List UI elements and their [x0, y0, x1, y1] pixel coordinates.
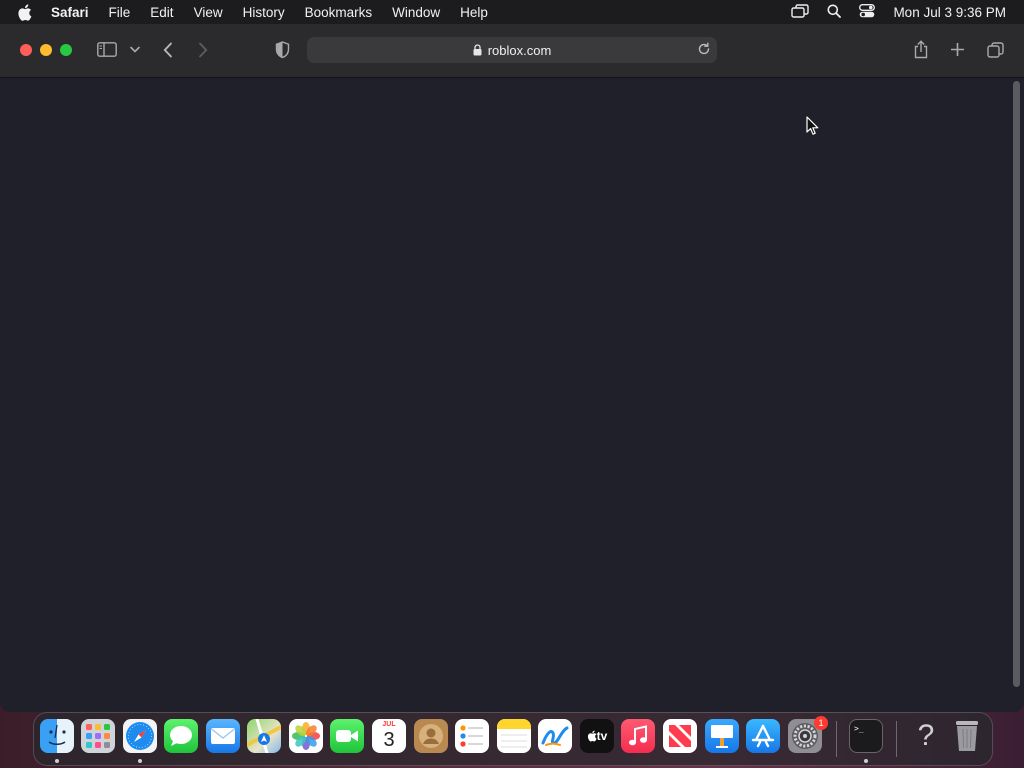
dock-mail-icon[interactable] [206, 719, 240, 753]
menu-file[interactable]: File [109, 5, 131, 20]
dock-keynote-icon[interactable] [705, 719, 739, 753]
terminal-running-indicator [864, 759, 868, 763]
forward-button-chevron-right-icon[interactable] [198, 42, 208, 58]
dock-photos-icon[interactable] [289, 719, 323, 753]
menu-bookmarks[interactable]: Bookmarks [305, 5, 373, 20]
dock-notes-icon[interactable] [497, 719, 531, 753]
menu-help[interactable]: Help [460, 5, 488, 20]
sidebar-toggle-icon[interactable] [97, 42, 117, 57]
dock-freeform-icon[interactable] [538, 719, 572, 753]
dock-contacts-icon[interactable] [414, 719, 448, 753]
dock-apple-tv-icon[interactable]: tv [580, 719, 614, 753]
screen-mirroring-icon[interactable] [791, 3, 810, 21]
system-settings-notification-badge: 1 [814, 716, 828, 730]
dock-safari-icon[interactable] [123, 719, 157, 753]
share-icon[interactable] [913, 40, 929, 59]
dock-calendar-icon[interactable]: JUL 3 [372, 719, 406, 753]
browser-toolbar: roblox.com [0, 24, 1024, 78]
safari-running-indicator [138, 759, 142, 763]
dock-terminal-icon[interactable]: >_ [849, 719, 883, 753]
privacy-shield-icon[interactable] [275, 41, 290, 59]
window-close-button[interactable] [20, 44, 32, 56]
tab-group-chevron-down-icon[interactable] [130, 46, 140, 53]
menu-app-name[interactable]: Safari [51, 5, 89, 20]
dock-reminders-icon[interactable] [455, 719, 489, 753]
address-bar[interactable]: roblox.com [307, 37, 717, 63]
address-bar-url: roblox.com [487, 42, 552, 58]
finder-running-indicator [55, 759, 59, 763]
dock-maps-icon[interactable] [247, 719, 281, 753]
back-button-chevron-left-icon[interactable] [163, 42, 173, 58]
apple-tv-label: tv [596, 729, 608, 743]
dock-messages-icon[interactable] [164, 719, 198, 753]
new-tab-plus-icon[interactable] [950, 42, 965, 57]
dock-app-store-icon[interactable] [746, 719, 780, 753]
apple-menu-icon[interactable] [17, 3, 37, 21]
dock-launchpad-icon[interactable] [81, 719, 115, 753]
calendar-month-label: JUL [382, 721, 396, 728]
window-minimize-button[interactable] [40, 44, 52, 56]
menu-view[interactable]: View [194, 5, 223, 20]
safari-window: roblox.com [0, 24, 1024, 712]
dock-separator [836, 721, 837, 757]
menu-edit[interactable]: Edit [150, 5, 173, 20]
menu-history[interactable]: History [243, 5, 285, 20]
tab-overview-icon[interactable] [987, 42, 1004, 58]
menu-window[interactable]: Window [392, 5, 440, 20]
dock-finder-icon[interactable] [40, 719, 74, 753]
help-glyph: ? [917, 719, 935, 752]
calendar-day-label: 3 [383, 729, 395, 751]
dock-music-icon[interactable] [621, 719, 655, 753]
mouse-pointer-icon [806, 116, 819, 141]
control-center-icon[interactable] [859, 3, 876, 21]
menu-bar: Safari File Edit View History Bookmarks … [0, 0, 1024, 24]
dock: JUL 3 tv 1 >_ ? [33, 712, 993, 766]
dock-help-question-icon[interactable]: ? [909, 719, 943, 753]
menu-bar-clock[interactable]: Mon Jul 3 9:36 PM [893, 5, 1006, 20]
page-scrollbar[interactable] [1013, 81, 1020, 687]
dock-news-icon[interactable] [663, 719, 697, 753]
reload-icon[interactable] [697, 42, 711, 56]
lock-icon [473, 44, 482, 56]
dock-trash-icon[interactable] [950, 719, 984, 753]
dock-separator [896, 721, 897, 757]
terminal-prompt-label: >_ [854, 724, 864, 733]
window-maximize-button[interactable] [60, 44, 72, 56]
dock-facetime-icon[interactable] [330, 719, 364, 753]
web-content-area[interactable] [0, 78, 1024, 712]
spotlight-search-icon[interactable] [827, 4, 842, 21]
